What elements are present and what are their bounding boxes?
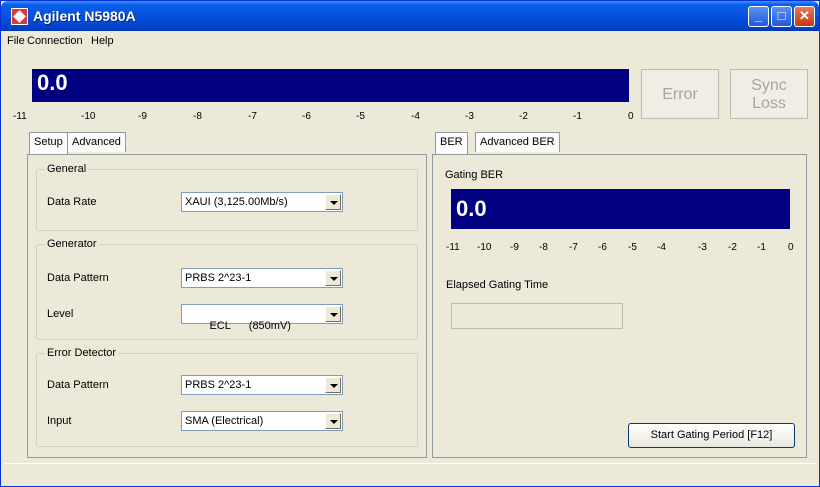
error-detector-group-title: Error Detector bbox=[45, 347, 119, 359]
menu-bar: File Connection Help bbox=[2, 31, 818, 53]
scale-tick-label: -8 bbox=[539, 242, 548, 253]
gating-ber-bar: 0.0 bbox=[451, 189, 790, 229]
agilent-app-icon bbox=[11, 8, 28, 25]
scale-tick-label: -6 bbox=[302, 111, 311, 122]
input-value: SMA (Electrical) bbox=[185, 415, 264, 427]
scale-tick-label: -4 bbox=[411, 111, 420, 122]
chevron-down-icon[interactable] bbox=[325, 413, 341, 429]
sync-loss-line1: Sync bbox=[751, 77, 787, 94]
window-title: Agilent N5980A bbox=[33, 8, 136, 24]
scale-tick-label: -4 bbox=[657, 242, 666, 253]
scale-tick-label: -10 bbox=[81, 111, 96, 122]
generator-group: Generator Data Pattern PRBS 2^23-1 Level… bbox=[36, 238, 418, 340]
scale-tick-label: 0 bbox=[788, 242, 794, 253]
title-bar[interactable]: Agilent N5980A _ □ ✕ bbox=[1, 1, 819, 31]
scale-tick-label: -2 bbox=[519, 111, 528, 122]
gating-ber-title: Gating BER bbox=[445, 169, 504, 181]
chevron-down-icon[interactable] bbox=[325, 270, 341, 286]
app-window: Agilent N5980A _ □ ✕ File Connection Hel… bbox=[0, 0, 820, 487]
elapsed-gating-time-field bbox=[451, 303, 623, 329]
scale-tick-label: -3 bbox=[465, 111, 474, 122]
scale-tick-label: -5 bbox=[628, 242, 637, 253]
scale-tick-label: 0 bbox=[628, 111, 634, 122]
ber-meter-value: 0.0 bbox=[37, 70, 68, 95]
error-indicator: Error bbox=[641, 69, 719, 119]
elapsed-gating-time-label: Elapsed Gating Time bbox=[446, 279, 549, 291]
level-select[interactable]: ECL (850mV) bbox=[181, 304, 343, 332]
gating-ber-value: 0.0 bbox=[456, 196, 487, 221]
menu-help[interactable]: Help bbox=[91, 35, 114, 47]
minimize-button[interactable]: _ bbox=[748, 6, 769, 27]
sync-loss-indicator: Sync Loss bbox=[730, 69, 808, 119]
level-value: ECL (850mV) bbox=[209, 320, 291, 332]
maximize-button[interactable]: □ bbox=[771, 6, 792, 27]
scale-tick-label: -2 bbox=[728, 242, 737, 253]
chevron-down-icon[interactable] bbox=[325, 377, 341, 393]
chevron-down-icon[interactable] bbox=[325, 306, 341, 322]
setup-panel: General Data Rate XAUI (3,125.00Mb/s) Ge… bbox=[27, 154, 427, 458]
general-group: General Data Rate XAUI (3,125.00Mb/s) bbox=[36, 163, 418, 231]
scale-tick-label: -10 bbox=[477, 242, 492, 253]
start-gating-period-button[interactable]: Start Gating Period [F12] bbox=[628, 423, 795, 448]
tab-setup[interactable]: Setup bbox=[29, 132, 68, 154]
ber-panel: Gating BER 0.0 -11 -10 -9 -8 -7 -6 -5 -4… bbox=[432, 154, 807, 458]
scale-tick-label: -5 bbox=[356, 111, 365, 122]
data-rate-value: XAUI (3,125.00Mb/s) bbox=[185, 196, 288, 208]
scale-tick-label: -11 bbox=[13, 111, 27, 122]
generator-pattern-label: Data Pattern bbox=[47, 272, 109, 284]
close-button[interactable]: ✕ bbox=[794, 6, 815, 27]
scale-tick-label: -11 bbox=[446, 242, 460, 253]
menu-file[interactable]: File bbox=[7, 35, 25, 47]
generator-pattern-select[interactable]: PRBS 2^23-1 bbox=[181, 268, 343, 288]
level-label: Level bbox=[47, 308, 74, 320]
input-select[interactable]: SMA (Electrical) bbox=[181, 411, 343, 431]
status-bar bbox=[5, 463, 815, 483]
scale-tick-label: -7 bbox=[248, 111, 257, 122]
gating-ber-scale: -11 -10 -9 -8 -7 -6 -5 -4 -3 -2 -1 0 bbox=[433, 229, 803, 253]
detector-pattern-value: PRBS 2^23-1 bbox=[185, 379, 252, 391]
scale-tick-label: -8 bbox=[193, 111, 202, 122]
chevron-down-icon[interactable] bbox=[325, 194, 341, 210]
detector-pattern-label: Data Pattern bbox=[47, 379, 109, 391]
scale-tick-label: -9 bbox=[510, 242, 519, 253]
scale-tick-label: -9 bbox=[138, 111, 147, 122]
generator-pattern-value: PRBS 2^23-1 bbox=[185, 272, 252, 284]
scale-tick-label: -6 bbox=[598, 242, 607, 253]
input-label: Input bbox=[47, 415, 72, 427]
general-group-title: General bbox=[45, 163, 89, 175]
scale-tick-label: -3 bbox=[698, 242, 707, 253]
menu-connection[interactable]: Connection bbox=[27, 35, 83, 47]
error-detector-group: Error Detector Data Pattern PRBS 2^23-1 … bbox=[36, 347, 418, 447]
tab-ber[interactable]: BER bbox=[435, 132, 468, 154]
scale-tick-label: -1 bbox=[573, 111, 582, 122]
data-rate-label: Data Rate bbox=[47, 196, 97, 208]
scale-tick-label: -1 bbox=[757, 242, 766, 253]
detector-pattern-select[interactable]: PRBS 2^23-1 bbox=[181, 375, 343, 395]
generator-group-title: Generator bbox=[45, 238, 99, 250]
tab-advanced-ber[interactable]: Advanced BER bbox=[475, 132, 560, 152]
scale-tick-label: -7 bbox=[569, 242, 578, 253]
ber-meter-bar: 0.0 bbox=[32, 69, 629, 102]
ber-meter-scale: -11 -10 -9 -8 -7 -6 -5 -4 -3 -2 -1 0 bbox=[1, 102, 641, 122]
sync-loss-line2: Loss bbox=[752, 95, 786, 112]
data-rate-select[interactable]: XAUI (3,125.00Mb/s) bbox=[181, 192, 343, 212]
tab-advanced[interactable]: Advanced bbox=[67, 132, 126, 152]
